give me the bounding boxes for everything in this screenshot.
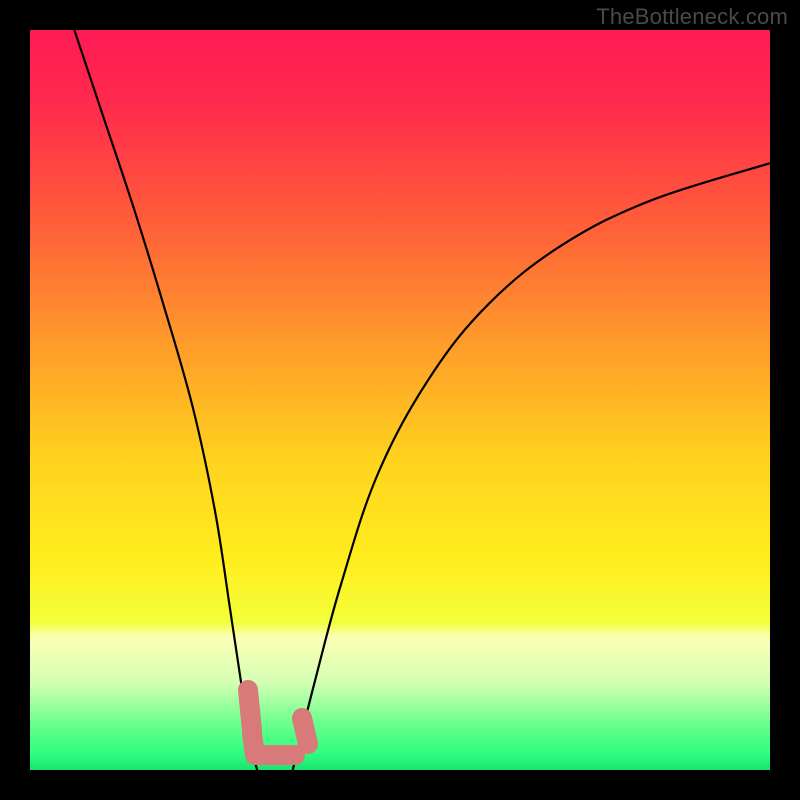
plot-area: [30, 30, 770, 770]
min-marker-left: [248, 690, 252, 730]
watermark-text: TheBottleneck.com: [596, 4, 788, 30]
min-marker-floor: [252, 734, 295, 755]
chart-frame: TheBottleneck.com: [0, 0, 800, 800]
curves-layer: [30, 30, 770, 770]
right-curve: [293, 163, 770, 770]
min-marker-right: [302, 718, 308, 744]
left-curve: [74, 30, 257, 770]
